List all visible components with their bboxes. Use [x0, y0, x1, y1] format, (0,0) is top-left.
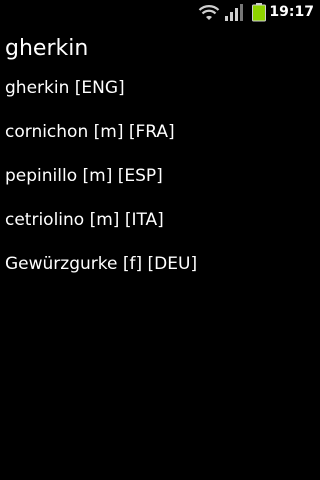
translation-item[interactable]: cetriolino [m] [ITA]: [0, 198, 320, 242]
signal-icon: [225, 4, 243, 21]
translation-list: gherkin [ENG] cornichon [m] [FRA] pepini…: [0, 66, 320, 286]
wifi-icon: [198, 5, 220, 20]
translation-item[interactable]: gherkin [ENG]: [0, 66, 320, 110]
status-clock: 19:17: [269, 4, 314, 20]
translation-item[interactable]: pepinillo [m] [ESP]: [0, 154, 320, 198]
translation-item[interactable]: cornichon [m] [FRA]: [0, 110, 320, 154]
status-bar: 19:17: [0, 0, 320, 25]
battery-icon: [252, 3, 266, 22]
page-title: gherkin: [5, 36, 89, 61]
translation-item[interactable]: Gewürzgurke [f] [DEU]: [0, 242, 320, 286]
